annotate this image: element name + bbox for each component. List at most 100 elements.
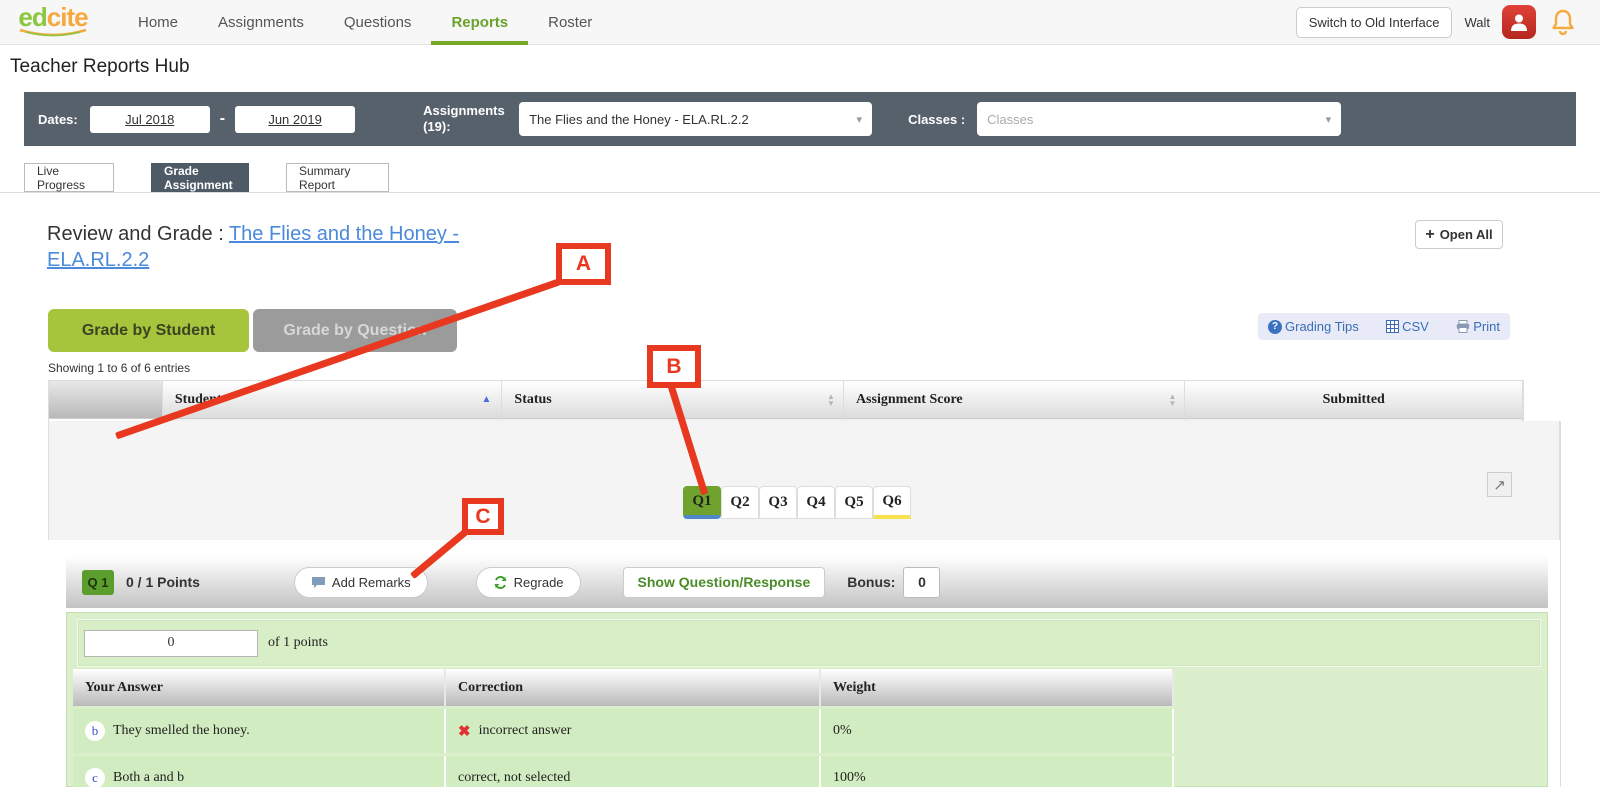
annotation-box-b: B [647, 345, 701, 388]
weight-cell: 100% [821, 756, 1174, 787]
open-all-button[interactable]: + Open All [1415, 220, 1503, 249]
page-title: Teacher Reports Hub [10, 56, 190, 77]
print-icon [1457, 320, 1470, 333]
answer-text: Both a and b [113, 770, 185, 785]
csv-label: CSV [1402, 319, 1429, 334]
logo-wordmark: edcite [12, 4, 94, 30]
x-mark-icon: ✖ [458, 723, 471, 740]
question-tab-q2[interactable]: Q2 [721, 486, 759, 519]
logo-green-part: ed [18, 2, 47, 32]
student-detail-panel [48, 421, 1560, 540]
edcite-logo[interactable]: edcite [12, 4, 94, 40]
csv-table-icon [1386, 320, 1400, 333]
panel-right-border [1560, 421, 1561, 787]
answer-text: They smelled the honey. [113, 723, 250, 738]
nav-item-questions[interactable]: Questions [324, 0, 432, 45]
sort-asc-icon: ▲ [481, 394, 492, 405]
date-to-field[interactable]: Jun 2019 [235, 105, 356, 133]
header-correction: Correction [446, 669, 821, 706]
tab-grade-assignment[interactable]: Grade Assignment [151, 163, 249, 192]
answer-table: Your Answer Correction Weight b They sme… [73, 669, 1174, 787]
nav-item-roster[interactable]: Roster [528, 0, 612, 45]
header-weight: Weight [821, 669, 1174, 706]
question-tab-q4[interactable]: Q4 [797, 486, 835, 519]
assignment-select[interactable]: The Flies and the Honey - ELA.RL.2.2 ▾ [519, 102, 873, 136]
assignments-label: Assignments (19): [423, 103, 505, 134]
header-status-label: Status [514, 391, 552, 407]
date-separator: - [219, 110, 226, 127]
chevron-down-icon: ▾ [1325, 113, 1332, 126]
regrade-refresh-icon [494, 575, 507, 589]
nav-item-assignments[interactable]: Assignments [198, 0, 324, 45]
header-expand-column [49, 381, 163, 419]
answer-header-row: Your Answer Correction Weight [73, 669, 1174, 706]
classes-select[interactable]: Classes ▾ [977, 102, 1342, 136]
answer-panel: of 1 points Your Answer Correction Weigh… [66, 612, 1548, 787]
csv-link[interactable]: CSV [1386, 319, 1429, 334]
top-nav: edcite Home Assignments Questions Report… [0, 0, 1600, 45]
answer-cell: b They smelled the honey. [73, 709, 446, 753]
main-nav: Home Assignments Questions Reports Roste… [118, 0, 612, 45]
header-submitted[interactable]: Submitted [1185, 381, 1523, 419]
points-suffix: of 1 points [268, 635, 328, 650]
show-question-response-button[interactable]: Show Question/Response [622, 566, 826, 598]
logo-orange-part: cite [46, 2, 89, 32]
annotation-box-c: C [462, 498, 504, 535]
points-input[interactable] [84, 629, 258, 657]
dates-label: Dates: [38, 111, 78, 127]
user-avatar[interactable] [1502, 5, 1536, 39]
option-badge: b [85, 721, 105, 741]
filter-bar: Dates: Jul 2018 - Jun 2019 Assignments (… [24, 92, 1576, 146]
open-all-label: Open All [1439, 227, 1493, 242]
review-and-grade-heading: Review and Grade : The Flies and the Hon… [47, 221, 487, 273]
nav-item-home[interactable]: Home [118, 0, 198, 45]
classes-label: Classes : [908, 111, 966, 127]
showing-entries-text: Showing 1 to 6 of 6 entries [48, 361, 191, 375]
nav-right-controls: Switch to Old Interface Walt [1295, 5, 1600, 39]
switch-old-interface-button[interactable]: Switch to Old Interface [1295, 6, 1453, 38]
question-badge: Q 1 [82, 569, 114, 595]
sort-icon: ▲ ▼ [827, 391, 835, 408]
review-prefix: Review and Grade : [47, 223, 229, 245]
person-icon [1511, 14, 1527, 31]
question-tab-q6[interactable]: Q6 [873, 486, 911, 519]
plus-icon: + [1425, 225, 1435, 243]
date-from-field[interactable]: Jul 2018 [89, 105, 210, 133]
answer-row: b They smelled the honey. ✖ incorrect an… [73, 709, 1174, 753]
question-tab-q3[interactable]: Q3 [759, 486, 797, 519]
grading-tips-link[interactable]: ? Grading Tips [1268, 319, 1359, 334]
question-tab-q5[interactable]: Q5 [835, 486, 873, 519]
tab-summary-report[interactable]: Summary Report [286, 163, 389, 192]
table-header-row: Student ▲ Status ▲ ▼ Assignment Score ▲ ▼ Sub… [49, 381, 1523, 419]
nav-item-reports[interactable]: Reports [431, 0, 529, 45]
correction-text: incorrect answer [478, 723, 572, 738]
add-remarks-button[interactable]: Add Remarks [293, 566, 428, 598]
help-icon: ? [1268, 319, 1282, 334]
regrade-button[interactable]: Regrade [475, 566, 581, 598]
assignment-selected-value: The Flies and the Honey - ELA.RL.2.2 [529, 111, 749, 127]
grading-toolbar: Q 1 0 / 1 Points Add Remarks Regrade Sho… [66, 556, 1548, 608]
bonus-input[interactable] [903, 566, 941, 598]
header-assignment-score[interactable]: Assignment Score ▲ ▼ [843, 381, 1186, 419]
print-label: Print [1473, 319, 1500, 334]
tab-live-progress[interactable]: Live Progress [24, 163, 114, 192]
user-name: Walt [1464, 14, 1490, 30]
speech-bubble-icon [311, 576, 325, 588]
regrade-label: Regrade [513, 574, 564, 590]
grading-tips-label: Grading Tips [1285, 319, 1359, 334]
header-submitted-label: Submitted [1322, 391, 1385, 407]
correction-cell: ✖ incorrect answer [446, 709, 821, 753]
header-score-label: Assignment Score [855, 391, 963, 407]
correction-text: correct, not selected [458, 770, 571, 785]
answer-cell: c Both a and b [73, 756, 446, 787]
add-remarks-label: Add Remarks [331, 574, 411, 590]
print-link[interactable]: Print [1456, 319, 1500, 334]
expand-panel-button[interactable]: ↗ [1487, 472, 1512, 497]
question-tabs: Q1 Q2 Q3 Q4 Q5 Q6 [683, 486, 911, 519]
diagonal-arrow-icon: ↗ [1493, 476, 1506, 494]
header-your-answer: Your Answer [73, 669, 446, 706]
notifications-bell-icon[interactable] [1548, 6, 1578, 38]
weight-cell: 0% [821, 709, 1174, 753]
page: edcite Home Assignments Questions Report… [0, 0, 1600, 787]
grade-by-student-tab[interactable]: Grade by Student [48, 309, 249, 352]
